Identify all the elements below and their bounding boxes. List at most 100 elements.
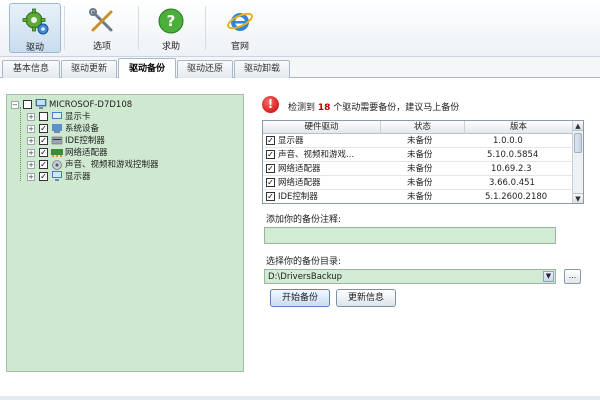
cell-driver: IDE控制器: [278, 192, 318, 202]
browse-button[interactable]: ...: [564, 269, 581, 284]
toolbar-website-button[interactable]: 官网: [214, 3, 266, 53]
main-toolbar: 驱动 选项 ? 求助 官网: [0, 0, 600, 57]
backup-details: ! 检测到 18 个驱动需要备份，建议马上备份 硬件驱动 状态 版本 ✓ 显示器…: [258, 92, 592, 392]
alert-count: 18: [317, 103, 331, 113]
expand-icon[interactable]: +: [27, 137, 35, 145]
monitor-icon: [52, 171, 62, 181]
scroll-up-icon[interactable]: ▲: [573, 121, 583, 131]
cell-driver: 网络适配器: [278, 178, 321, 188]
cell-status: 未备份: [407, 178, 433, 188]
row-checkbox[interactable]: ✓: [266, 192, 275, 201]
note-label: 添加你的备份注释:: [266, 215, 342, 225]
toolbar-website-label: 官网: [230, 42, 249, 52]
start-backup-button[interactable]: 开始备份: [270, 289, 330, 307]
row-checkbox[interactable]: ✓: [266, 178, 275, 187]
alert-suffix: 个驱动需要备份，建议马上备份: [333, 103, 460, 113]
cell-driver: 显示器: [278, 136, 304, 146]
tree-item-display-adapter[interactable]: + 显示卡: [27, 111, 237, 123]
tree-item-checkbox[interactable]: ✓: [39, 160, 48, 169]
tree-root-checkbox[interactable]: [23, 100, 32, 109]
tree-item-label: 网络适配器: [65, 148, 108, 158]
tree-item-label: 系统设备: [65, 124, 100, 134]
scroll-down-icon[interactable]: ▼: [573, 193, 583, 203]
device-tree: − MICROSOF-D7D108 + 显示卡 + ✓ 系统设备 + ✓ IDE…: [6, 94, 244, 372]
tree-item-label: 显示器: [65, 172, 91, 182]
directory-label: 选择你的备份目录:: [266, 257, 342, 267]
tree-item-checkbox[interactable]: ✓: [39, 172, 48, 181]
sound-icon: [52, 160, 62, 170]
tab-basic-info[interactable]: 基本信息: [2, 60, 60, 78]
toolbar-help-button[interactable]: ? 求助: [145, 3, 197, 53]
tree-connector: [20, 107, 21, 181]
row-checkbox[interactable]: ✓: [266, 150, 275, 159]
collapse-icon[interactable]: −: [11, 101, 19, 109]
alert-prefix: 检测到: [288, 103, 316, 113]
tree-item-label: 显示卡: [65, 112, 91, 122]
toolbar-separator: [138, 6, 139, 50]
column-header-driver[interactable]: 硬件驱动: [263, 121, 381, 134]
refresh-info-button[interactable]: 更新信息: [336, 289, 396, 307]
table-row[interactable]: ✓ 网络适配器 未备份 10.69.2.3: [263, 162, 573, 176]
tab-driver-update[interactable]: 驱动更新: [61, 60, 117, 78]
tree-item-label: IDE控制器: [65, 136, 105, 146]
tab-driver-backup[interactable]: 驱动备份: [118, 58, 176, 79]
cell-status: 未备份: [407, 136, 433, 146]
column-header-version[interactable]: 版本: [465, 121, 573, 134]
toolbar-separator: [205, 6, 206, 50]
column-header-status[interactable]: 状态: [381, 121, 465, 134]
cell-version: 10.69.2.3: [491, 164, 532, 174]
tree-item-system-device[interactable]: + ✓ 系统设备: [27, 123, 237, 135]
bottom-divider: [0, 396, 600, 400]
tree-root-label: MICROSOF-D7D108: [49, 100, 133, 110]
tree-item-checkbox[interactable]: ✓: [39, 136, 48, 145]
table-row[interactable]: ✓ 显示器 未备份 1.0.0.0: [263, 134, 573, 148]
toolbar-driver-label: 驱动: [25, 43, 44, 53]
row-checkbox[interactable]: ✓: [266, 136, 275, 145]
tree-item-monitor[interactable]: + ✓ 显示器: [27, 171, 237, 183]
chevron-down-icon[interactable]: ▼: [543, 271, 554, 282]
row-checkbox[interactable]: ✓: [266, 164, 275, 173]
svg-text:?: ?: [167, 12, 176, 30]
tab-driver-uninstall[interactable]: 驱动卸载: [234, 60, 290, 78]
table-row[interactable]: ✓ 网络适配器 未备份 3.66.0.451: [263, 176, 573, 190]
table-row[interactable]: ✓ IDE控制器 未备份 5.1.2600.2180: [263, 190, 573, 203]
tree-item-network-adapter[interactable]: + ✓ 网络适配器: [27, 147, 237, 159]
tools-icon: [89, 8, 113, 32]
toolbar-driver-button[interactable]: 驱动: [9, 3, 61, 53]
backup-directory-select[interactable]: D:\DriversBackup ▼: [264, 269, 556, 284]
system-device-icon: [52, 124, 62, 133]
table-scrollbar[interactable]: ▲ ▼: [572, 121, 583, 203]
ie-icon: [227, 12, 253, 31]
toolbar-options-label: 选项: [92, 42, 111, 52]
toolbar-help-label: 求助: [161, 42, 180, 52]
expand-icon[interactable]: +: [27, 173, 35, 181]
alert-icon: !: [262, 96, 279, 113]
tree-item-sound-video[interactable]: + ✓ 声音、视频和游戏控制器: [27, 159, 237, 171]
tab-driver-restore[interactable]: 驱动还原: [177, 60, 233, 78]
backup-note-input[interactable]: [264, 227, 556, 244]
gear-icon: [22, 8, 49, 35]
backup-panel: − MICROSOF-D7D108 + 显示卡 + ✓ 系统设备 + ✓ IDE…: [0, 78, 600, 400]
alert-message: 检测到 18 个驱动需要备份，建议马上备份: [288, 100, 459, 113]
tree-item-checkbox[interactable]: ✓: [39, 148, 48, 157]
toolbar-options-button[interactable]: 选项: [76, 3, 128, 53]
tab-bar: 基本信息 驱动更新 驱动备份 驱动还原 驱动卸载: [0, 57, 600, 79]
expand-icon[interactable]: +: [27, 149, 35, 157]
help-icon: ?: [158, 8, 184, 34]
expand-icon[interactable]: +: [27, 113, 35, 121]
cell-driver: 声音、视频和游戏...: [278, 150, 355, 160]
table-row[interactable]: ✓ 声音、视频和游戏... 未备份 5.10.0.5854: [263, 148, 573, 162]
cell-version: 5.1.2600.2180: [485, 192, 548, 202]
cell-driver: 网络适配器: [278, 164, 321, 174]
cell-version: 5.10.0.5854: [487, 150, 539, 160]
tree-root[interactable]: − MICROSOF-D7D108: [11, 99, 231, 111]
driver-table: 硬件驱动 状态 版本 ✓ 显示器 未备份 1.0.0.0 ✓ 声音、视频和游戏.…: [262, 120, 584, 204]
expand-icon[interactable]: +: [27, 125, 35, 133]
cell-status: 未备份: [407, 164, 433, 174]
expand-icon[interactable]: +: [27, 161, 35, 169]
tree-item-checkbox[interactable]: ✓: [39, 124, 48, 133]
tree-item-checkbox[interactable]: [39, 112, 48, 121]
tree-item-ide-controller[interactable]: + ✓ IDE控制器: [27, 135, 237, 147]
scrollbar-thumb[interactable]: [574, 133, 582, 153]
cell-version: 1.0.0.0: [493, 136, 523, 146]
